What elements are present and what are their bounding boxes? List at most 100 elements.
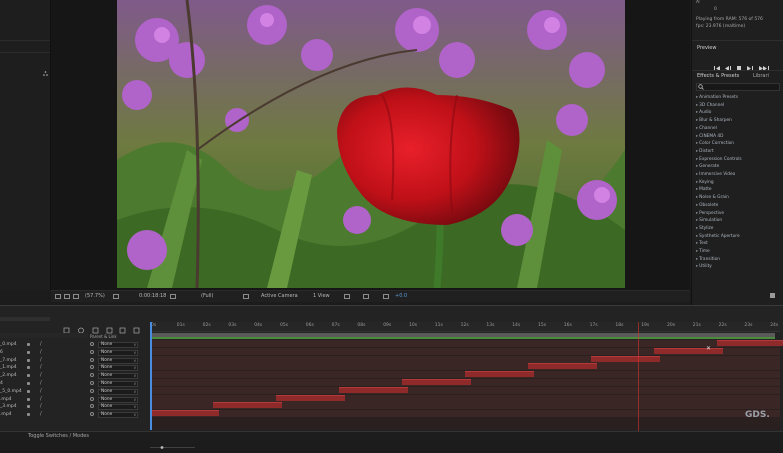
toggle-pixel-icon[interactable]	[344, 294, 350, 299]
reset-exposure-icon[interactable]	[383, 294, 389, 299]
snapshot-icon[interactable]	[170, 294, 176, 299]
disclosure-triangle-icon[interactable]: ▸	[696, 226, 698, 231]
grid-icon[interactable]	[73, 294, 79, 299]
quality-switch-icon[interactable]: /	[40, 411, 42, 417]
quality-switch-icon[interactable]: /	[40, 372, 42, 378]
transparency-grid-icon[interactable]	[243, 294, 249, 299]
layer-name[interactable]: _7.mp4	[0, 358, 17, 363]
effect-category-item[interactable]: ▸Simulation	[696, 218, 722, 223]
layer-name[interactable]: 6	[0, 350, 3, 355]
time-ruler[interactable]: 0s 01s 02s 03s 04s 05s 06s 07s 08s 09s 10s 11s 12s 13…	[150, 322, 780, 332]
quality-switch-icon[interactable]: /	[40, 380, 42, 386]
disclosure-triangle-icon[interactable]: ▸	[696, 134, 698, 139]
layer-duration-bar[interactable]	[717, 340, 783, 346]
effect-category-item[interactable]: ▸Channel	[696, 126, 717, 131]
layer-duration-bar[interactable]	[654, 347, 723, 354]
layer-row[interactable]: .mp4 / None v	[0, 411, 148, 419]
layer-duration-bar[interactable]	[339, 386, 408, 393]
solo-icon[interactable]	[27, 413, 30, 417]
layer-row[interactable]: _1.mp4 / None v	[0, 364, 148, 372]
layer-row[interactable]: .mp4 / None v	[0, 396, 148, 404]
disclosure-triangle-icon[interactable]: ▸	[696, 110, 698, 115]
tab-libraries[interactable]: Librari	[753, 73, 769, 79]
layer-row[interactable]: _5_0.mp4 / None v	[0, 388, 148, 396]
solo-icon[interactable]	[27, 343, 30, 346]
zoom-dropdown[interactable]: (57.7%)	[85, 293, 105, 299]
layer-name[interactable]: _5_0.mp4	[0, 389, 22, 394]
disclosure-triangle-icon[interactable]: ▸	[696, 234, 698, 239]
layer-name[interactable]: .mp4	[0, 397, 12, 402]
always-preview-icon[interactable]	[55, 294, 61, 299]
pick-whip-icon[interactable]	[90, 342, 94, 346]
effect-category-item[interactable]: ▸Stylize	[696, 226, 713, 231]
disclosure-triangle-icon[interactable]: ▸	[696, 157, 698, 162]
effect-category-item[interactable]: ▸Text	[696, 241, 708, 246]
preview-panel-title[interactable]: Preview	[697, 45, 716, 51]
layer-row[interactable]: 6 / None v	[0, 349, 148, 357]
solo-icon[interactable]	[27, 389, 30, 393]
layer-row[interactable]: _0.mp4 / None v	[0, 341, 148, 349]
disclosure-triangle-icon[interactable]: ▸	[696, 103, 698, 108]
solo-icon[interactable]	[27, 366, 30, 370]
parent-dropdown[interactable]: None v	[98, 396, 138, 403]
parent-dropdown[interactable]: None v	[98, 412, 138, 419]
pick-whip-icon[interactable]	[90, 412, 94, 417]
layer-name[interactable]: _1.mp4	[0, 365, 17, 370]
pick-whip-icon[interactable]	[90, 381, 94, 385]
new-folder-icon[interactable]	[770, 293, 775, 298]
exposure-value[interactable]: +0.0	[395, 293, 407, 299]
pick-whip-icon[interactable]	[90, 373, 94, 378]
disclosure-triangle-icon[interactable]: ▸	[696, 126, 698, 131]
effect-category-item[interactable]: ▸Audio	[696, 110, 711, 115]
disclosure-triangle-icon[interactable]: ▸	[696, 211, 698, 216]
quality-switch-icon[interactable]: /	[40, 341, 42, 347]
disclosure-triangle-icon[interactable]: ▸	[696, 118, 698, 123]
quality-switch-icon[interactable]: /	[40, 364, 42, 370]
disclosure-triangle-icon[interactable]: ▸	[696, 180, 698, 185]
disclosure-triangle-icon[interactable]: ▸	[696, 257, 698, 262]
effect-category-item[interactable]: ▸Expression Controls	[696, 157, 742, 162]
zoom-slider[interactable]	[150, 434, 195, 449]
pick-whip-icon[interactable]	[90, 388, 94, 393]
disclosure-triangle-icon[interactable]: ▸	[696, 149, 698, 154]
disclosure-triangle-icon[interactable]: ▸	[696, 218, 698, 223]
parent-dropdown[interactable]: None v	[98, 404, 138, 411]
layer-duration-bar[interactable]	[402, 379, 471, 385]
quality-switch-icon[interactable]: /	[40, 357, 42, 363]
layer-name[interactable]: .mp4	[0, 412, 12, 417]
effect-category-item[interactable]: ▸Immersive Video	[696, 172, 735, 177]
pick-whip-icon[interactable]	[90, 404, 94, 409]
layer-name[interactable]: _3.mp4	[0, 404, 17, 409]
effect-category-item[interactable]: ▸Transition	[696, 257, 720, 262]
layer-row[interactable]: 4 / None v	[0, 380, 148, 388]
layer-duration-bar[interactable]	[213, 402, 282, 409]
tab-effects-presets[interactable]: Effects & Presets	[697, 73, 739, 79]
layer-row[interactable]: _7.mp4 / None v	[0, 357, 148, 365]
current-time-indicator[interactable]	[150, 322, 152, 430]
quality-switch-icon[interactable]: /	[40, 396, 42, 402]
layer-duration-bar[interactable]	[465, 371, 534, 378]
effect-category-item[interactable]: ▸Blur & Sharpen	[696, 118, 732, 123]
disclosure-triangle-icon[interactable]: ▸	[696, 249, 698, 254]
parent-dropdown[interactable]: None v	[98, 388, 138, 395]
solo-icon[interactable]	[27, 374, 30, 378]
effect-category-item[interactable]: ▸Keying	[696, 180, 714, 185]
pick-whip-icon[interactable]	[90, 349, 94, 354]
effect-category-item[interactable]: ▸Utility	[696, 264, 712, 269]
effect-category-item[interactable]: ▸Obsolete	[696, 203, 718, 208]
pick-whip-icon[interactable]	[90, 396, 94, 401]
parent-dropdown[interactable]: None v	[98, 349, 138, 356]
effect-category-item[interactable]: ▸Distort	[696, 149, 714, 154]
disclosure-triangle-icon[interactable]: ▸	[696, 95, 698, 100]
layer-name[interactable]: 4	[0, 381, 3, 386]
effect-category-item[interactable]: ▸Synthetic Aperture	[696, 234, 740, 239]
disclosure-triangle-icon[interactable]: ▸	[696, 195, 698, 200]
quality-switch-icon[interactable]: /	[40, 349, 42, 355]
solo-icon[interactable]	[27, 405, 30, 409]
quality-switch-icon[interactable]: /	[40, 388, 42, 394]
effect-category-item[interactable]: ▸Animation Presets	[696, 95, 738, 100]
timecode-field[interactable]	[0, 317, 50, 321]
parent-dropdown[interactable]: None v	[98, 357, 138, 364]
effect-category-item[interactable]: ▸Color Correction	[696, 141, 734, 146]
disclosure-triangle-icon[interactable]: ▸	[696, 264, 698, 269]
